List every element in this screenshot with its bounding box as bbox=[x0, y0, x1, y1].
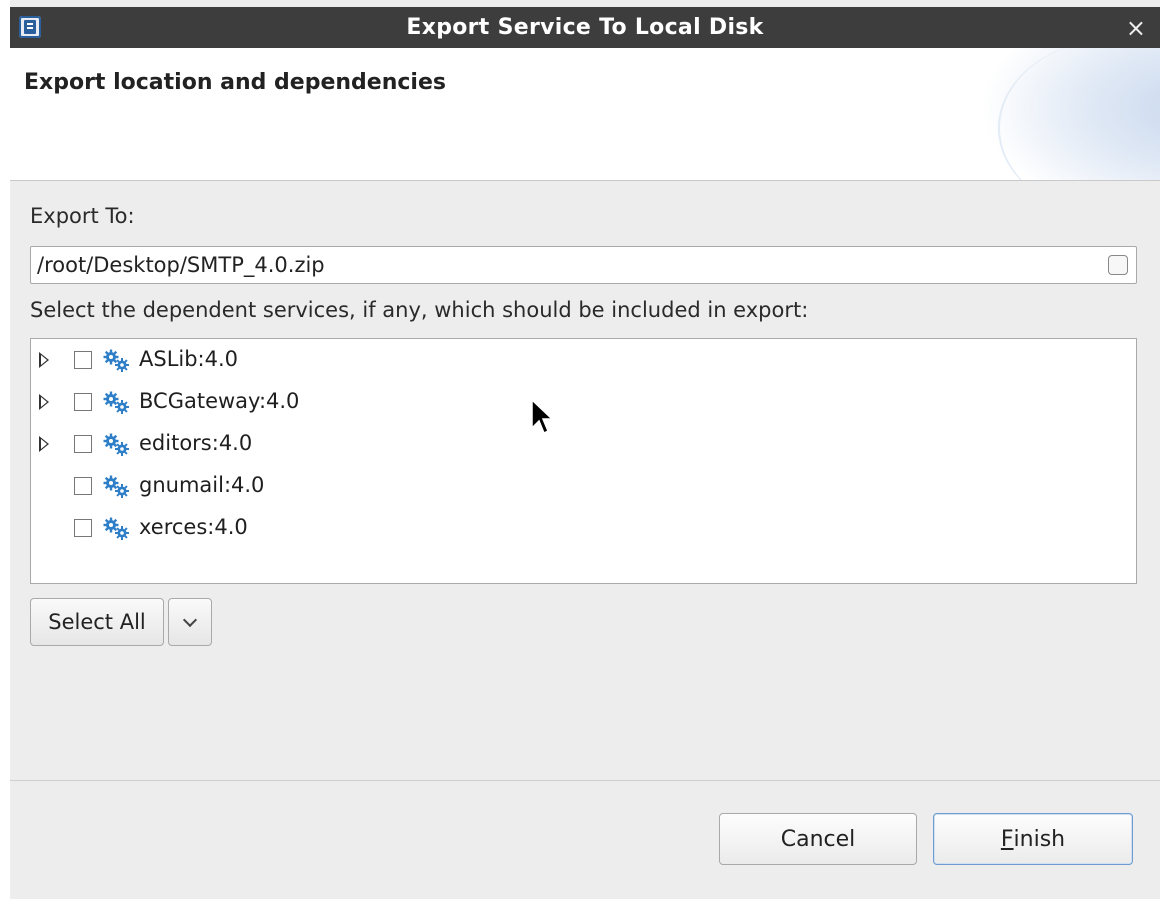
gear-icon bbox=[103, 517, 129, 540]
gear-icon bbox=[103, 349, 129, 372]
select-options-dropdown[interactable] bbox=[168, 598, 212, 646]
gear-icon bbox=[103, 391, 129, 414]
service-checkbox[interactable] bbox=[74, 435, 92, 453]
finish-mnemonic: F bbox=[1000, 826, 1014, 852]
dependencies-label: Select the dependent services, if any, w… bbox=[30, 298, 809, 322]
dependency-tree: ASLib:4.0 BCGateway:4.0 editors:4.0 gnumail… bbox=[30, 338, 1137, 584]
service-checkbox[interactable] bbox=[74, 519, 92, 537]
window-title: Export Service To Local Disk bbox=[406, 15, 764, 40]
footer-divider bbox=[10, 780, 1160, 781]
service-label: BCGateway:4.0 bbox=[139, 389, 300, 413]
finish-button[interactable]: Finish bbox=[933, 813, 1133, 865]
export-to-label: Export To: bbox=[30, 204, 135, 228]
wizard-header: Export location and dependencies bbox=[10, 48, 1160, 181]
page-title: Export location and dependencies bbox=[24, 70, 446, 95]
service-checkbox[interactable] bbox=[74, 351, 92, 369]
tree-row[interactable]: editors:4.0 bbox=[31, 426, 1131, 464]
chevron-down-icon bbox=[182, 612, 198, 628]
export-dialog: Export Service To Local Disk × Export lo… bbox=[10, 0, 1160, 899]
select-all-button[interactable]: Select All bbox=[30, 598, 164, 646]
gear-icon bbox=[103, 475, 129, 498]
service-checkbox[interactable] bbox=[74, 393, 92, 411]
path-option-toggle[interactable] bbox=[1108, 255, 1128, 275]
expand-triangle-icon[interactable] bbox=[39, 352, 49, 368]
close-icon[interactable]: × bbox=[1126, 14, 1146, 42]
service-checkbox[interactable] bbox=[74, 477, 92, 495]
title-bar[interactable]: Export Service To Local Disk × bbox=[10, 7, 1160, 48]
service-label: ASLib:4.0 bbox=[139, 347, 239, 371]
export-path-field[interactable] bbox=[30, 246, 1137, 284]
gear-icon bbox=[103, 433, 129, 456]
export-path-input[interactable] bbox=[37, 252, 1097, 278]
service-label: editors:4.0 bbox=[139, 431, 253, 455]
tree-row[interactable]: gnumail:4.0 bbox=[31, 468, 1131, 506]
tree-row[interactable]: BCGateway:4.0 bbox=[31, 384, 1131, 422]
finish-label: inish bbox=[1013, 826, 1066, 852]
tree-row[interactable]: xerces:4.0 bbox=[31, 510, 1131, 548]
mouse-cursor-icon bbox=[531, 398, 554, 435]
expand-triangle-icon[interactable] bbox=[39, 436, 49, 452]
tree-row[interactable]: ASLib:4.0 bbox=[31, 342, 1131, 380]
expand-triangle-icon[interactable] bbox=[39, 394, 49, 410]
service-label: gnumail:4.0 bbox=[139, 473, 265, 497]
cancel-button[interactable]: Cancel bbox=[719, 813, 917, 865]
service-label: xerces:4.0 bbox=[139, 515, 248, 539]
